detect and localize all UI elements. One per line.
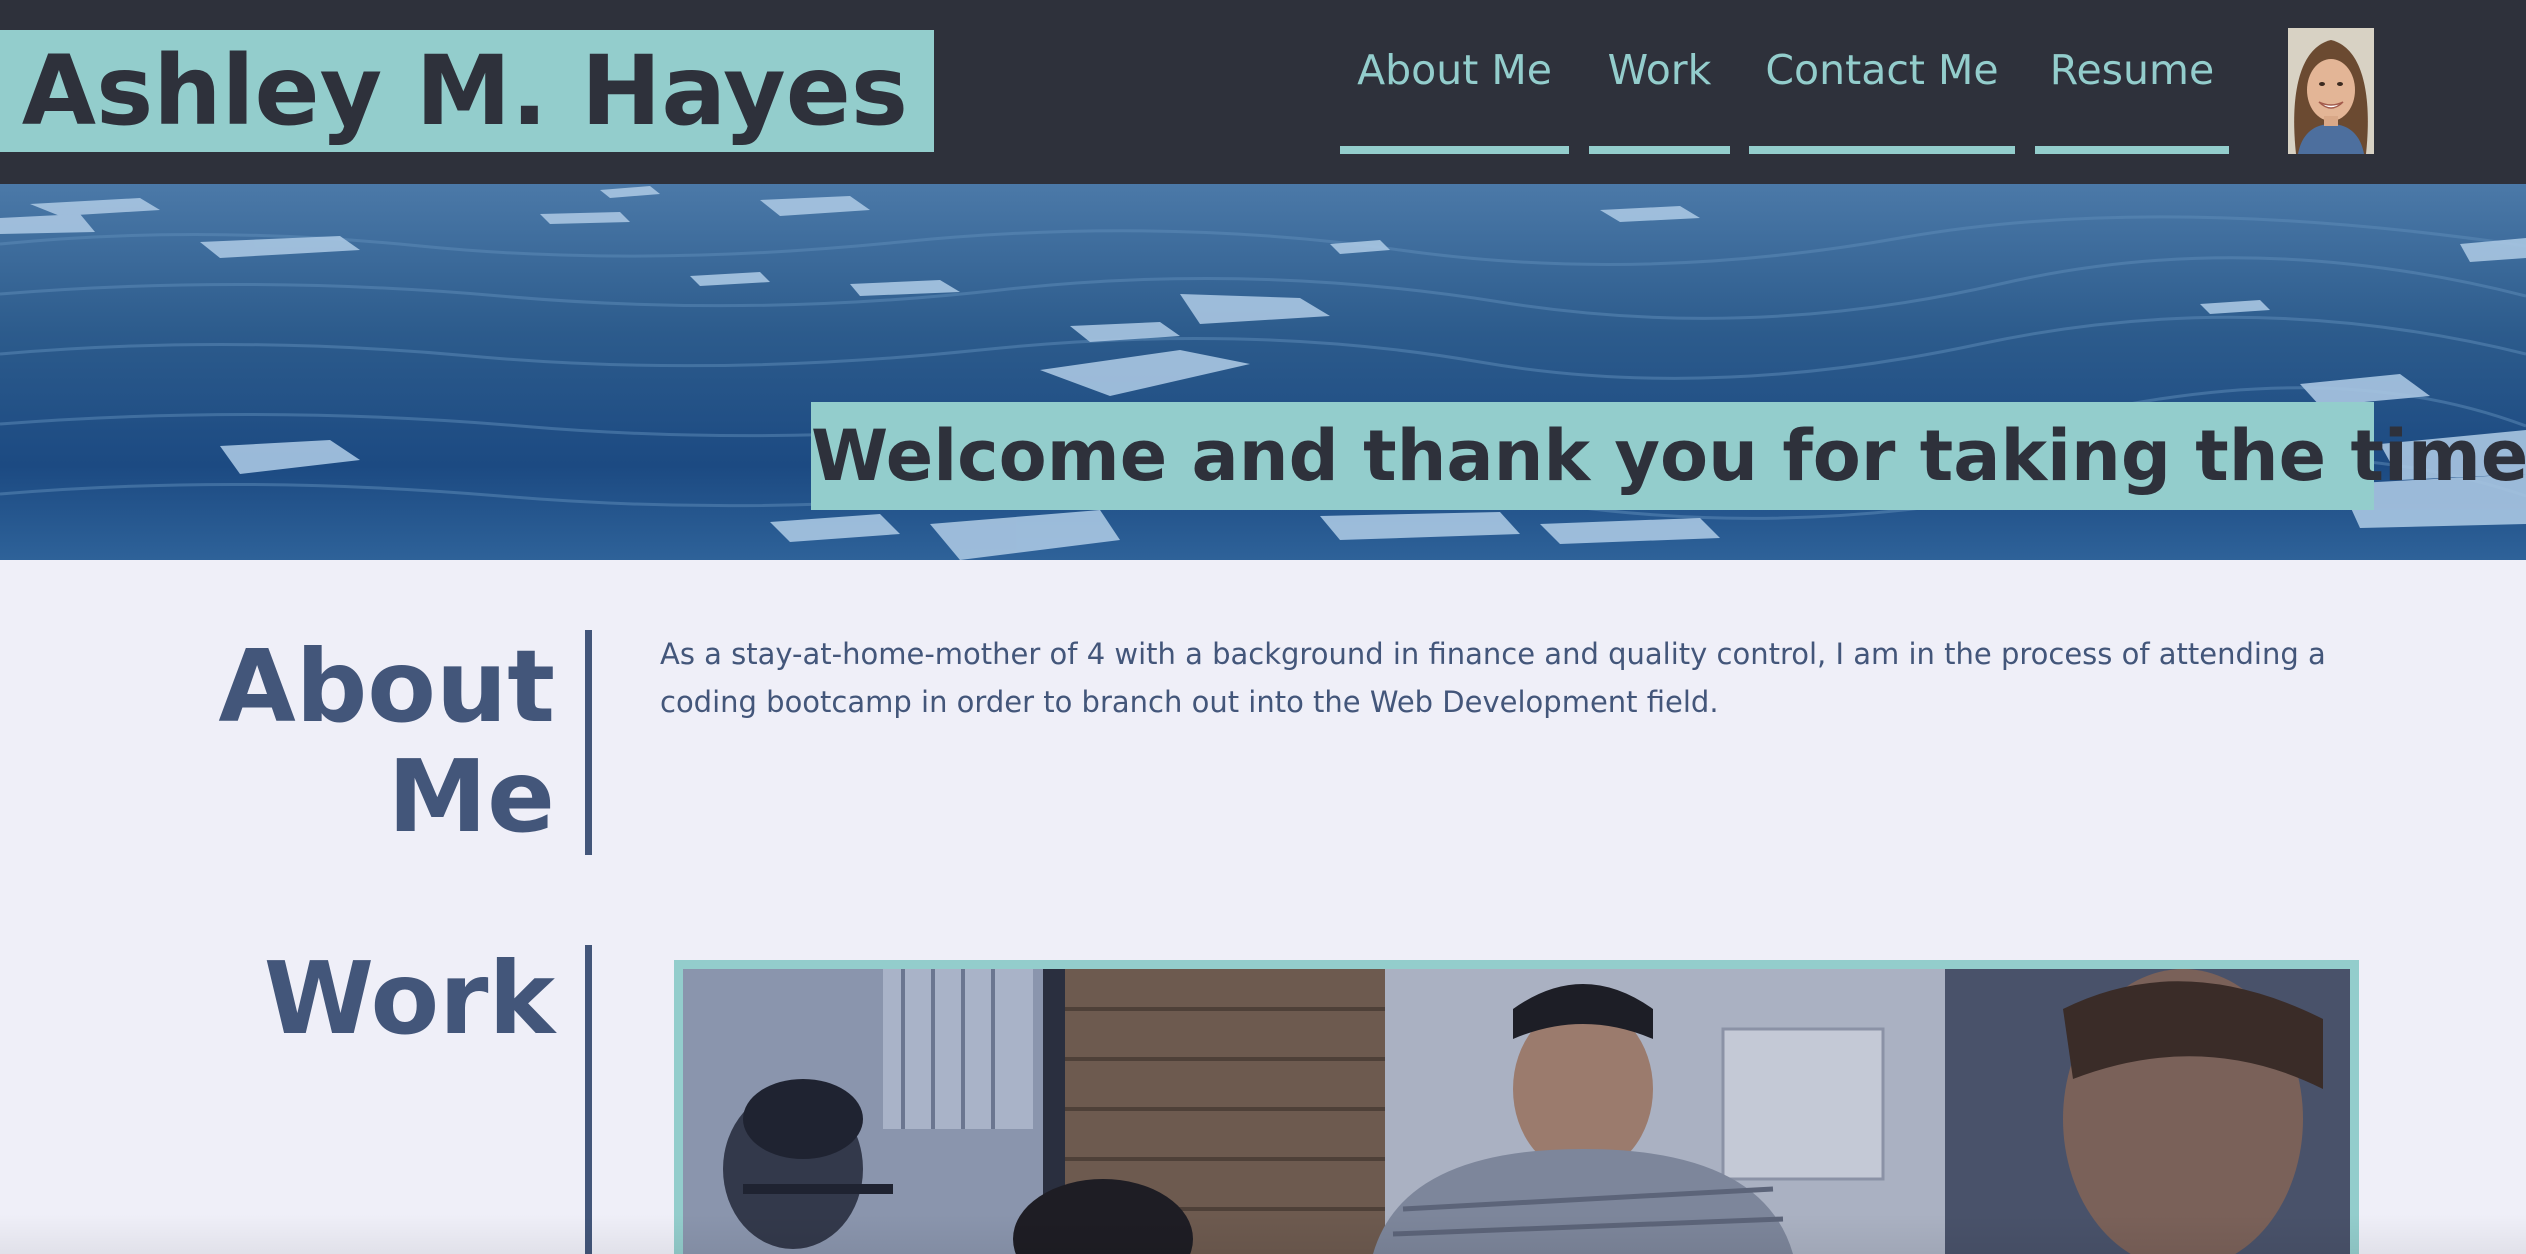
site-title: Ashley M. Hayes	[0, 30, 934, 152]
about-text: As a stay-at-home-mother of 4 with a bac…	[660, 637, 2326, 719]
avatar	[2288, 28, 2374, 154]
hero-banner-image: Welcome and thank you for taking the tim…	[0, 184, 2526, 560]
work-heading: Work	[263, 940, 555, 1057]
about-heading: About Me	[180, 632, 555, 852]
welcome-banner: Welcome and thank you for taking the tim…	[811, 402, 2526, 510]
about-heading-line1: About	[218, 628, 555, 745]
work-project-image[interactable]	[674, 960, 2359, 1254]
team-meeting-image	[683, 969, 2350, 1254]
work-divider	[585, 945, 592, 1254]
site-header: Ashley M. Hayes About Me Work Contact Me…	[0, 0, 2526, 184]
nav-work[interactable]: Work	[1589, 40, 1730, 154]
profile-photo-icon	[2288, 28, 2374, 154]
nav-resume[interactable]: Resume	[2035, 40, 2229, 154]
about-divider	[585, 630, 592, 855]
about-heading-line2: Me	[387, 738, 555, 855]
nav-about-me[interactable]: About Me	[1340, 40, 1569, 154]
nav-contact-me[interactable]: Contact Me	[1749, 40, 2015, 154]
